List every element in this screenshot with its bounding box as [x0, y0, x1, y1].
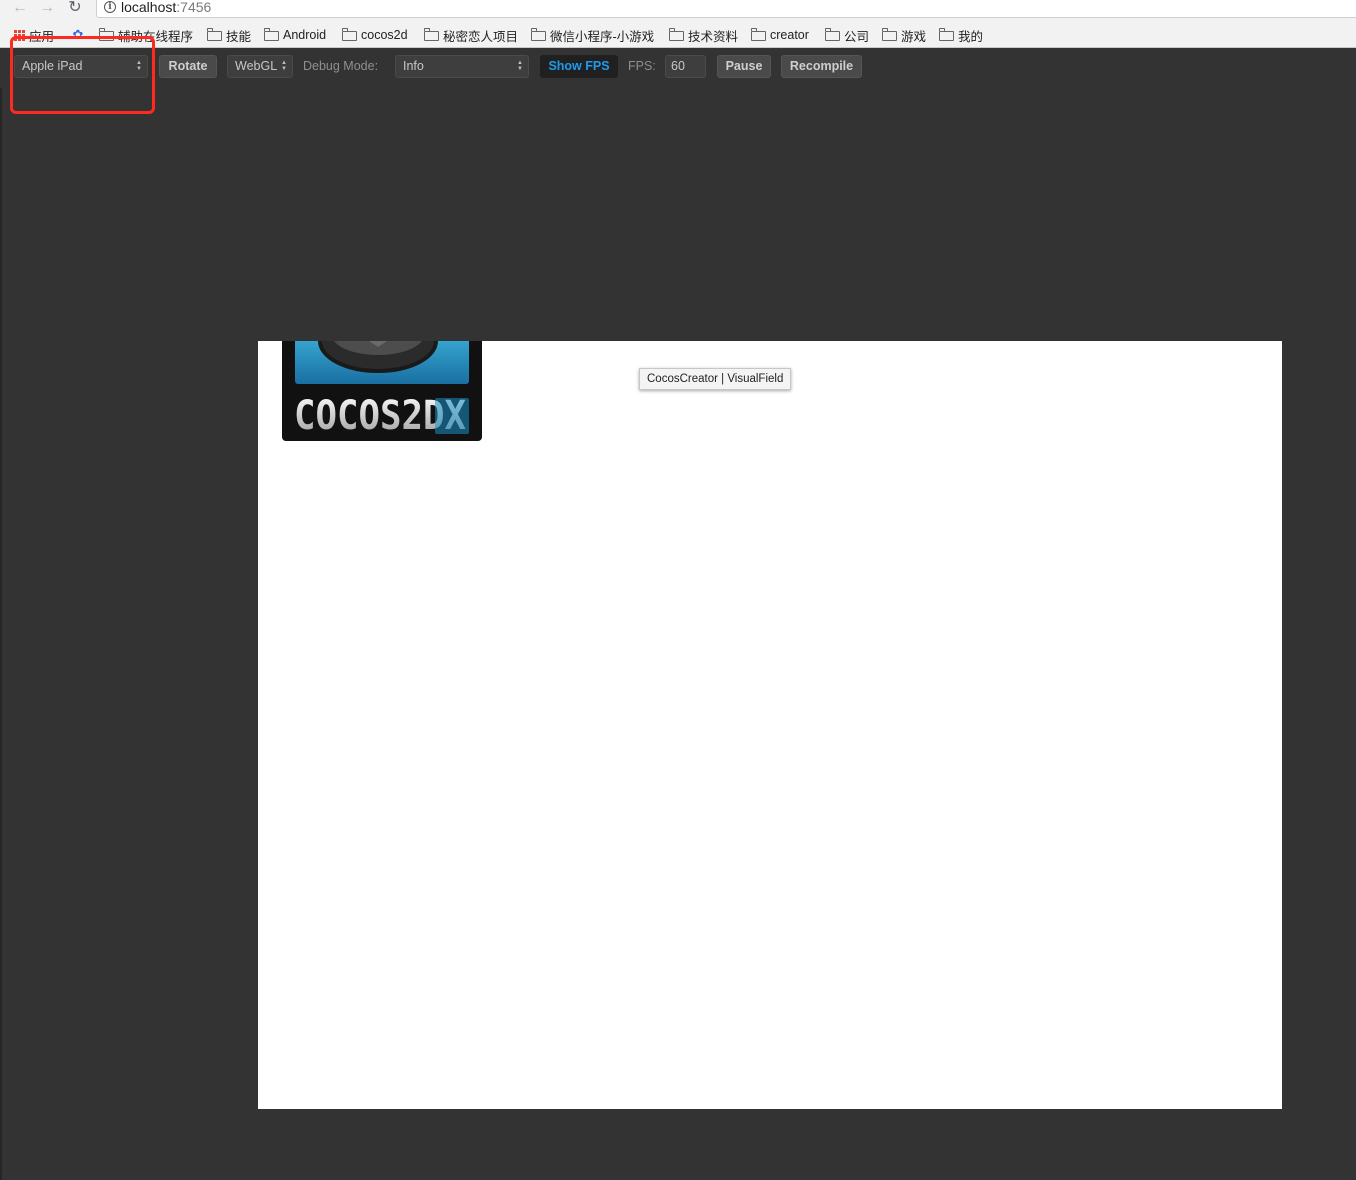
folder-icon	[264, 28, 279, 41]
folder-icon	[825, 28, 840, 41]
folder-icon	[342, 28, 357, 41]
simulator-window: ← → ↻ i localhost:7456 应用 ✿ 辅助在线程序 技能 An…	[0, 0, 1356, 1180]
simulator-toolbar: Apple iPad ▲ ▼ Rotate WebGL ▲ ▼ Debug Mode…	[0, 48, 1356, 88]
forward-arrow-icon[interactable]: →	[37, 0, 57, 16]
bookmark-item[interactable]: creator	[751, 27, 809, 43]
game-canvas[interactable]: COCOS2DX CocosCreator | VisualField	[258, 341, 1282, 1109]
bookmark-label: 我的	[958, 29, 984, 44]
bookmarks-bar: 应用 ✿ 辅助在线程序 技能 Android cocos2d 秘密恋人项目 微信…	[0, 20, 1356, 48]
render-mode-select[interactable]: WebGL ▲ ▼	[227, 55, 293, 78]
browser-url-bar: ← → ↻ i localhost:7456	[0, 0, 1356, 20]
folder-icon	[207, 28, 222, 41]
render-mode-value: WebGL	[235, 59, 278, 73]
cocos2dx-logo-graphic: COCOS2DX	[294, 341, 469, 439]
bookmark-label: 公司	[844, 29, 870, 44]
bookmark-item[interactable]: 技能	[207, 27, 252, 44]
debug-mode-label: Debug Mode:	[303, 59, 379, 73]
bookmark-item[interactable]: 我的	[939, 27, 984, 44]
bookmark-item[interactable]: 技术资料	[669, 27, 739, 44]
folder-icon	[751, 28, 766, 41]
fps-input[interactable]: 60	[665, 55, 706, 78]
folder-icon	[939, 28, 954, 41]
rotate-button[interactable]: Rotate	[159, 55, 217, 78]
folder-icon	[531, 28, 546, 41]
bookmark-label: 游戏	[901, 29, 927, 44]
fps-label: FPS:	[628, 59, 656, 73]
reload-icon[interactable]: ↻	[65, 0, 85, 16]
recompile-button[interactable]: Recompile	[781, 55, 862, 78]
debug-mode-value: Info	[403, 59, 424, 73]
url-host: localhost	[121, 0, 177, 15]
bookmark-label: 秘密恋人项目	[443, 29, 519, 44]
url-text: localhost:7456	[121, 0, 211, 15]
debug-mode-select[interactable]: Info ▲ ▼	[395, 55, 529, 78]
bookmark-item[interactable]: cocos2d	[342, 27, 408, 43]
select-arrows-icon: ▲ ▼	[517, 60, 523, 72]
bookmark-label: 技术资料	[688, 29, 739, 44]
select-arrows-icon: ▲ ▼	[281, 60, 287, 72]
url-port: :7456	[176, 0, 212, 15]
bookmark-item[interactable]: 秘密恋人项目	[424, 27, 519, 44]
tooltip: CocosCreator | VisualField	[639, 368, 792, 390]
bookmark-item[interactable]: 微信小程序-小游戏	[531, 27, 655, 44]
bookmark-label: 微信小程序-小游戏	[550, 29, 655, 44]
bookmark-item[interactable]: Android	[264, 27, 326, 43]
address-bar[interactable]: i localhost:7456	[96, 0, 1356, 18]
bookmark-item[interactable]: 公司	[825, 27, 870, 44]
folder-icon	[424, 28, 439, 41]
bookmark-label: cocos2d	[361, 28, 408, 42]
bookmark-label: Android	[283, 28, 327, 42]
cocos2dx-logo: COCOS2DX	[282, 341, 482, 441]
bookmark-label: creator	[770, 28, 809, 42]
pause-button[interactable]: Pause	[717, 55, 771, 78]
window-edge	[0, 48, 2, 1180]
folder-icon	[882, 28, 897, 41]
folder-icon	[669, 28, 684, 41]
highlight-annotation	[10, 36, 155, 114]
show-fps-button[interactable]: Show FPS	[540, 55, 618, 78]
info-icon[interactable]: i	[104, 1, 116, 13]
bookmark-label: 技能	[226, 29, 252, 44]
back-arrow-icon[interactable]: ←	[10, 0, 30, 16]
bookmark-item[interactable]: 游戏	[882, 27, 927, 44]
